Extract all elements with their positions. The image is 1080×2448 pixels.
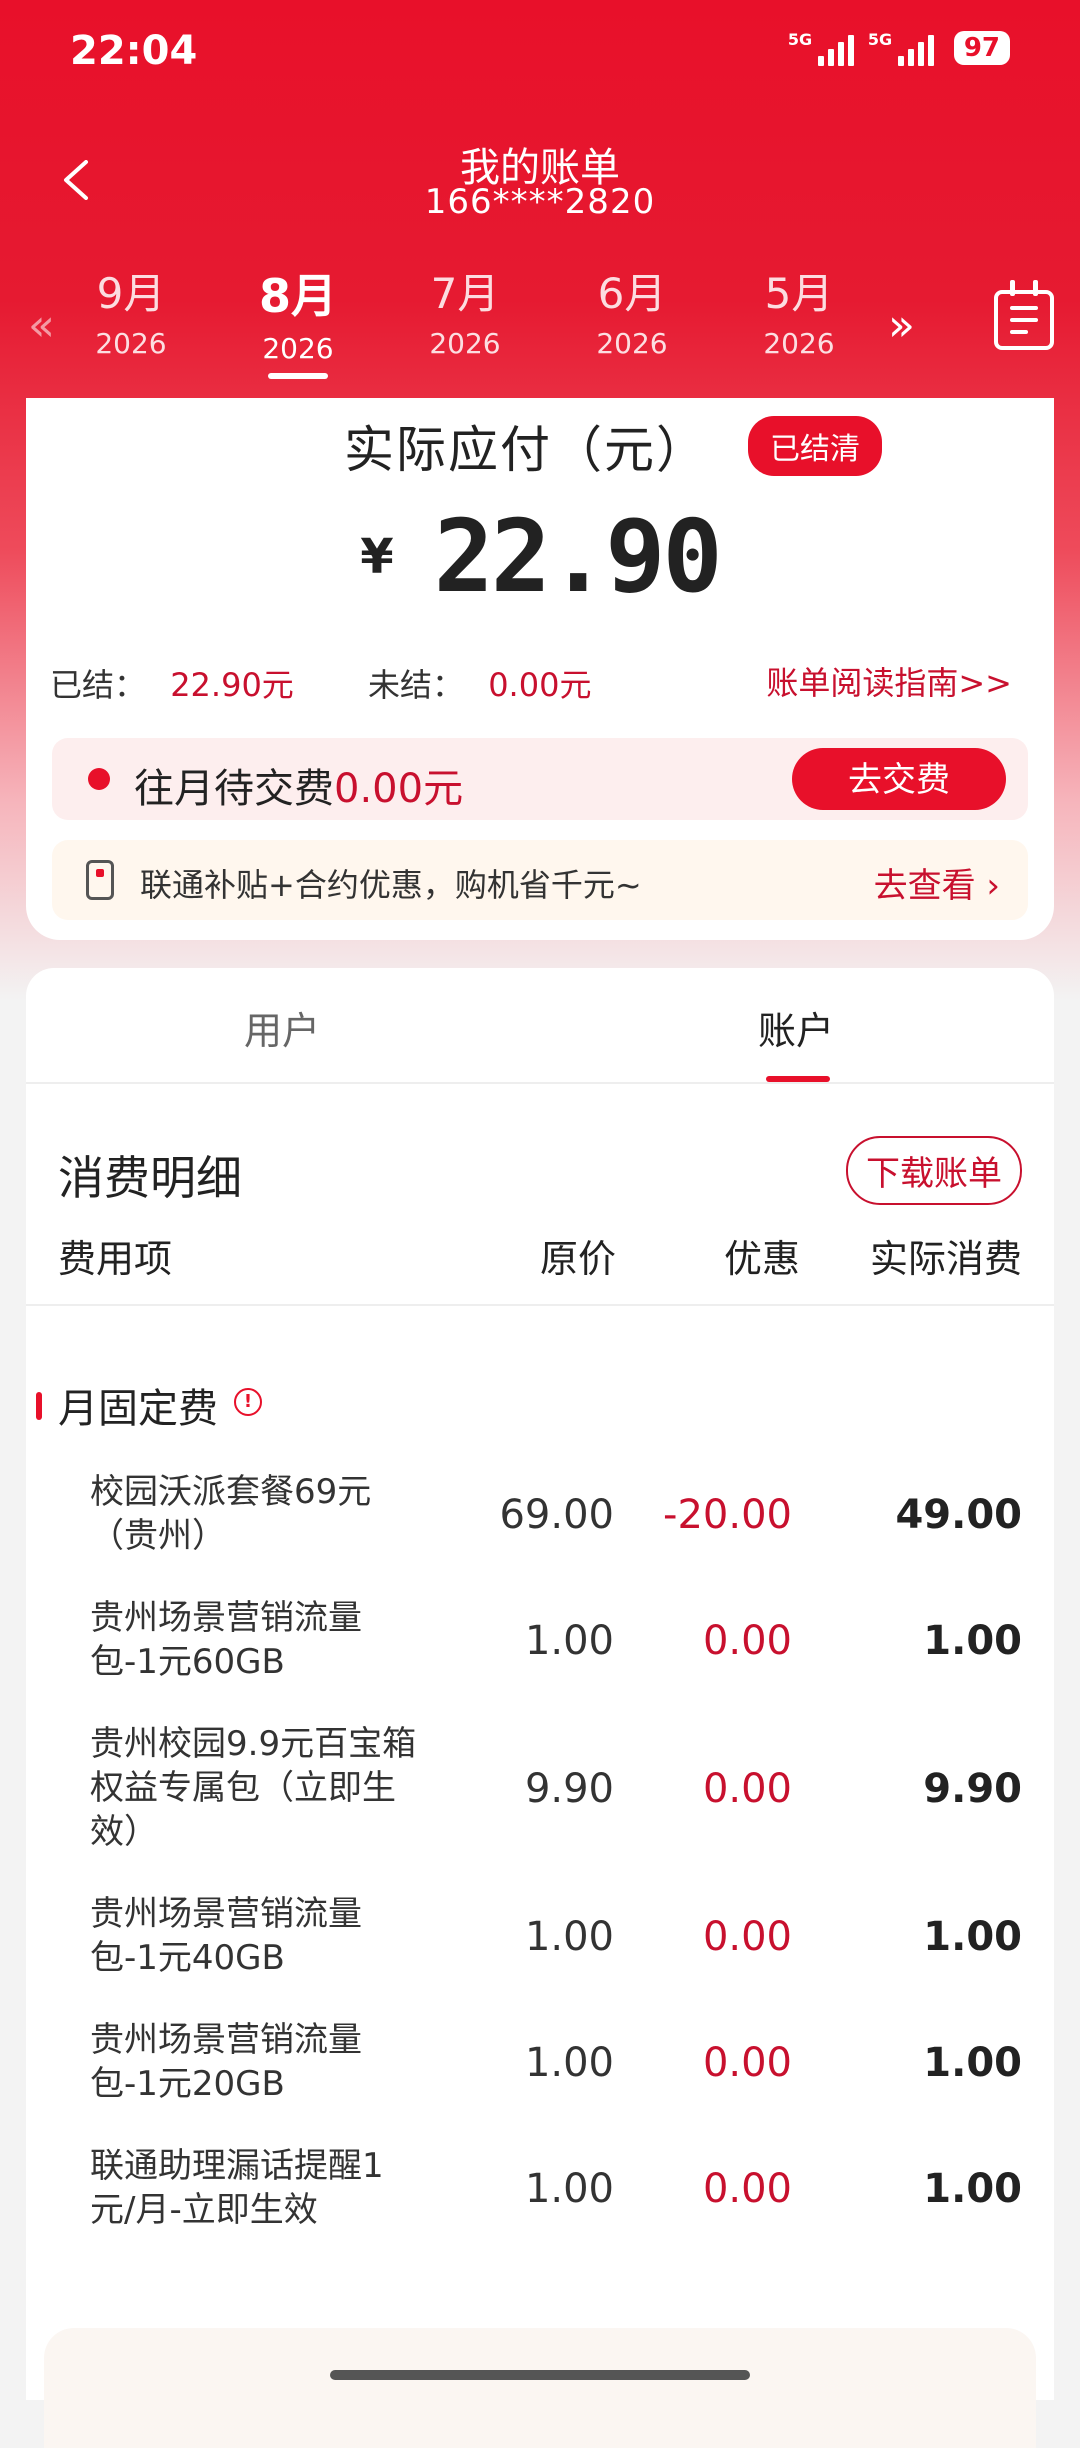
month-tab-sep[interactable]: 9月 2026 xyxy=(56,260,206,360)
original-price: 1.00 xyxy=(524,2040,614,2086)
bill-guide-link[interactable]: 账单阅读指南>> xyxy=(766,658,1012,704)
discount: 0.00 xyxy=(702,1766,792,1812)
group-title: 月固定费 xyxy=(58,1386,218,1432)
original-price: 1.00 xyxy=(524,2166,614,2212)
actual-charge: 1.00 xyxy=(923,1618,1022,1664)
amount-due-title: 实际应付（元） xyxy=(344,421,708,479)
status-icons: 5G 5G 97 xyxy=(788,30,1010,66)
month-tab-jul[interactable]: 7月 2026 xyxy=(390,260,540,360)
overdue-text: 往月待交费0.00元 xyxy=(134,756,463,814)
status-time: 22:04 xyxy=(70,28,198,74)
overdue-banner: 往月待交费0.00元 去交费 xyxy=(52,738,1028,820)
settled-value: 22.90元 xyxy=(170,666,294,704)
actual-charge: 1.00 xyxy=(923,2166,1022,2212)
actual-charge: 1.00 xyxy=(923,2040,1022,2086)
month-label: 6月 xyxy=(597,269,667,318)
next-section-card xyxy=(44,2328,1036,2448)
unsettled-label: 未结： xyxy=(368,666,465,704)
phone-number: 166****2820 xyxy=(424,182,656,222)
discount: -20.00 xyxy=(663,1492,792,1538)
original-price: 69.00 xyxy=(499,1492,614,1538)
amount-due: ¥22.90 xyxy=(26,498,1054,615)
detail-tabs: 用户 账户 xyxy=(26,968,1054,1084)
column-header: 实际消费 xyxy=(869,1237,1022,1281)
unsettled-info: 未结： 0.00元 xyxy=(368,660,591,706)
original-price: 1.00 xyxy=(524,1618,614,1664)
month-tab-jun[interactable]: 6月 2026 xyxy=(557,260,707,360)
status-bar: 22:04 5G 5G 97 xyxy=(0,0,1080,110)
next-months-icon[interactable]: » xyxy=(888,300,915,351)
month-label: 5月 xyxy=(764,269,834,318)
fee-item-name: 贵州场景营销流量包-1元20GB xyxy=(90,2020,362,2104)
calendar-icon[interactable] xyxy=(994,280,1054,350)
network-type-label: 5G xyxy=(787,30,813,49)
year-label: 2026 xyxy=(596,327,668,360)
discount: 0.00 xyxy=(702,1618,792,1664)
original-price: 9.90 xyxy=(524,1766,614,1812)
promo-link[interactable]: 去查看 › xyxy=(874,858,1000,907)
tab-user[interactable]: 用户 xyxy=(244,1000,320,1055)
amount-value: 22.90 xyxy=(433,498,723,615)
section-title: 消费明细 xyxy=(58,1151,242,1205)
overdue-value: 0.00元 xyxy=(334,766,464,812)
year-label: 2026 xyxy=(763,327,835,360)
bill-summary-card: 实际应付（元） 已结清 ¥22.90 已结： 22.90元 未结： 0.00元 … xyxy=(26,398,1054,940)
alert-dot-icon xyxy=(88,768,110,790)
fee-item-name: 联通助理漏话提醒1元/月-立即生效 xyxy=(90,2146,384,2230)
fee-item-name: 贵州场景营销流量包-1元60GB xyxy=(90,1598,362,1682)
promo-text: 联通补贴+合约优惠，购机省千元~ xyxy=(140,866,642,904)
download-bill-button[interactable]: 下载账单 xyxy=(846,1136,1022,1205)
month-selector: « 9月 2026 8月 2026 7月 2026 6月 2026 5月 202… xyxy=(0,260,1080,400)
home-indicator[interactable] xyxy=(330,2370,750,2380)
tab-account[interactable]: 账户 xyxy=(758,1000,834,1055)
month-label: 7月 xyxy=(430,269,500,318)
unsettled-value: 0.00元 xyxy=(488,666,592,704)
group-marker xyxy=(36,1392,42,1420)
discount: 0.00 xyxy=(702,2166,792,2212)
table-header: 费用项 原价 优惠 实际消费 xyxy=(26,1228,1054,1306)
discount: 0.00 xyxy=(702,2040,792,2086)
fee-item-name: 贵州校园9.9元百宝箱权益专属包（立即生效） xyxy=(90,1724,417,1852)
actual-charge: 49.00 xyxy=(895,1492,1022,1538)
actual-charge: 1.00 xyxy=(923,1914,1022,1960)
active-tab-indicator xyxy=(766,1076,830,1082)
month-tab-aug[interactable]: 8月 2026 xyxy=(223,260,373,379)
prev-months-icon[interactable]: « xyxy=(28,300,55,351)
year-label: 2026 xyxy=(429,327,501,360)
settled-label: 已结： xyxy=(50,666,147,704)
currency-symbol: ¥ xyxy=(360,528,394,585)
pay-button[interactable]: 去交费 xyxy=(792,748,1006,810)
column-header: 原价 xyxy=(540,1237,617,1281)
column-header: 优惠 xyxy=(724,1237,801,1281)
signal-icon: 5G xyxy=(868,30,934,66)
fee-item-name: 贵州场景营销流量包-1元40GB xyxy=(90,1894,362,1978)
promo-banner[interactable]: 联通补贴+合约优惠，购机省千元~ 去查看 › xyxy=(52,840,1028,920)
status-badge: 已结清 xyxy=(748,416,882,476)
fee-item-name: 校园沃派套餐69元（贵州） xyxy=(90,1472,372,1556)
discount: 0.00 xyxy=(702,1914,792,1960)
signal-icon: 5G xyxy=(788,30,854,66)
year-label: 2026 xyxy=(95,327,167,360)
settled-info: 已结： 22.90元 xyxy=(50,660,294,706)
original-price: 1.00 xyxy=(524,1914,614,1960)
column-header: 费用项 xyxy=(58,1237,173,1281)
active-month-indicator xyxy=(268,373,328,379)
overdue-label: 往月待交费 xyxy=(134,766,334,812)
info-icon[interactable]: ! xyxy=(234,1388,262,1416)
month-tab-may[interactable]: 5月 2026 xyxy=(724,260,874,360)
month-label: 8月 xyxy=(258,269,337,323)
bill-detail-card: 用户 账户 消费明细 下载账单 费用项 原价 优惠 实际消费 月固定费 ! 校园… xyxy=(26,968,1054,2448)
month-label: 9月 xyxy=(96,269,166,318)
year-label: 2026 xyxy=(262,332,334,365)
actual-charge: 9.90 xyxy=(923,1766,1022,1812)
network-type-label: 5G xyxy=(867,30,893,49)
phone-icon xyxy=(86,860,114,900)
battery-icon: 97 xyxy=(953,31,1010,65)
